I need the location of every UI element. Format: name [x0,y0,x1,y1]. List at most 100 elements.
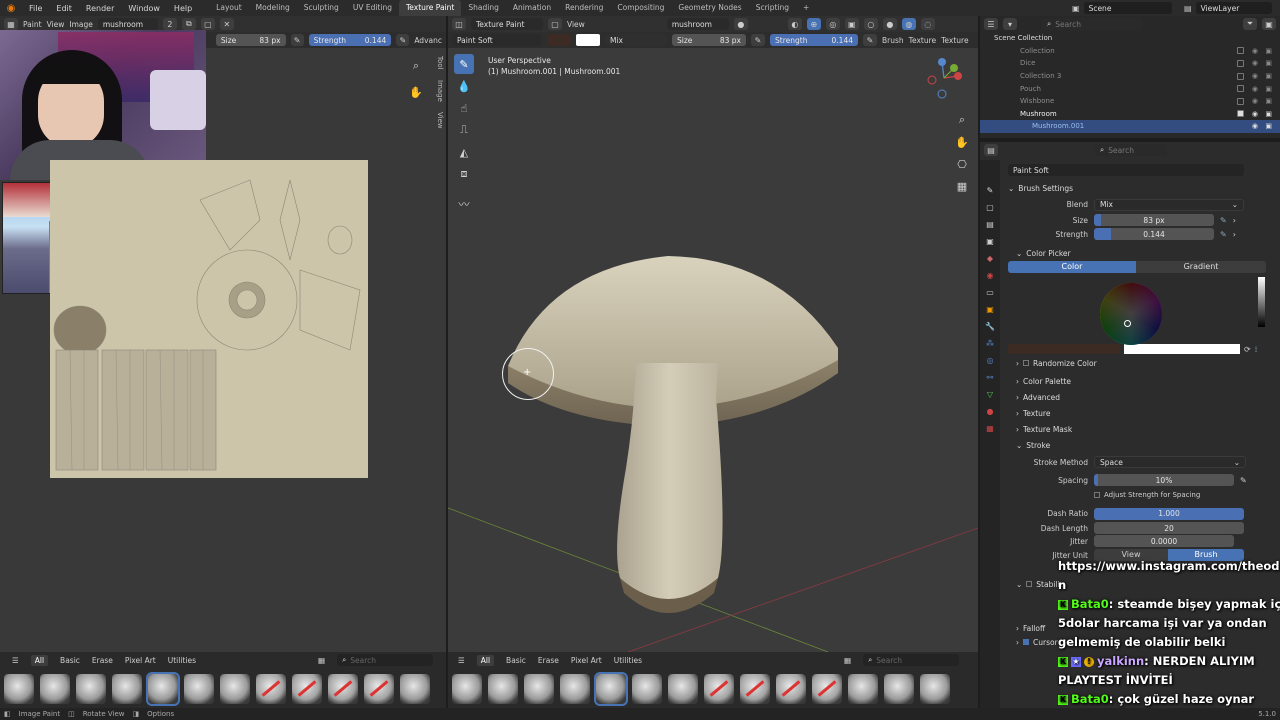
shelf-menu-icon[interactable]: ☰ [458,656,465,665]
brush-thumbnail[interactable] [184,674,214,704]
camera-view-icon[interactable]: ⎔ [952,154,972,174]
checkbox[interactable] [1026,581,1033,587]
constraints-tab-icon[interactable]: ⚯ [984,371,996,383]
brush-thumbnail[interactable] [40,674,70,704]
visibility-icon[interactable]: ◐ [787,18,802,30]
chevron-right-icon[interactable]: › [1233,216,1236,225]
shading-solid-icon[interactable]: ● [882,18,897,30]
brush-thumbnail[interactable] [524,674,554,704]
strength-pressure-icon[interactable]: ✎ [396,34,410,46]
new-collection-icon[interactable]: ▣ [1262,18,1276,30]
shelf-tab-all[interactable]: All [476,654,495,666]
overlay-icon[interactable]: ◎ [825,18,840,30]
checkbox[interactable] [1237,97,1244,105]
texture-paint-mode-dropdown[interactable]: Texture Paint [471,18,543,30]
side-tab-image[interactable]: Image [430,80,444,102]
properties-editor-icon[interactable]: ▤ [984,144,998,156]
workspace-tab-scripting[interactable]: Scripting [749,0,796,16]
tool-tab-icon[interactable]: ✎ [984,184,996,196]
eye-icon[interactable]: ◉ [1252,72,1258,80]
viewport-view-menu[interactable]: View [567,20,585,29]
outliner-row-pouch[interactable]: Pouch ◉ ▣ [980,82,1280,95]
shelf-tab-pixel-art[interactable]: Pixel Art [571,656,602,665]
collection-tab-icon[interactable]: ▭ [984,286,996,298]
camera-icon[interactable]: ▣ [1265,47,1272,55]
shelf-tab-basic[interactable]: Basic [506,656,526,665]
chevron-right-icon[interactable]: › [1233,230,1236,239]
strength-pressure-icon[interactable]: ✎ [863,34,877,46]
texture-mask-panel[interactable]: › Texture Mask [1008,421,1274,437]
advanced-panel[interactable]: › Advanced [1008,389,1274,405]
outliner-row-collection-3[interactable]: Collection 3 ◉ ▣ [980,70,1280,83]
shading-rendered-icon[interactable]: ◌ [920,18,935,30]
brush-thumbnail[interactable] [848,674,878,704]
outliner-search-input[interactable]: ⌕ Search [1042,18,1142,30]
viewport-size-field[interactable]: Size 83 px [672,34,746,46]
outliner-row-wishbone[interactable]: Wishbone ◉ ▣ [980,95,1280,108]
scene-tab-icon[interactable]: ◆ [984,252,996,264]
fill-tool-icon[interactable]: ◭ [454,142,474,162]
scene-selector[interactable]: Scene [1083,2,1172,14]
workspace-tab-geometry-nodes[interactable]: Geometry Nodes [671,0,748,16]
stroke-panel[interactable]: ⌄ Stroke [1008,437,1274,453]
soften-tool-icon[interactable]: 💧 [454,76,474,96]
checkbox[interactable] [1237,47,1244,55]
eyedropper-icon[interactable]: ⁞ [1255,345,1258,354]
shelf-tab-utilities[interactable]: Utilities [614,656,642,665]
pan-hand-icon[interactable]: ✋ [406,82,426,102]
randomize-color-panel[interactable]: › Randomize Color [1008,355,1274,371]
uv-texture-image[interactable] [50,160,368,478]
uv-editor-area[interactable]: 001955 141 [0,30,446,652]
shading-dot-icon[interactable]: ● [733,18,748,30]
draw-brush-tool-icon[interactable]: ✎ [454,54,474,74]
view-layer-selector[interactable]: ViewLayer [1195,2,1272,14]
brush-thumbnail[interactable] [4,674,34,704]
outliner-row-mushroom-001[interactable]: Mushroom.001 ◉ ▣ [980,120,1280,133]
zoom-icon[interactable]: ⌕ [406,56,426,76]
new-image-icon[interactable]: ▢ [200,18,215,30]
eye-icon[interactable]: ◉ [1252,122,1258,130]
brush-thumbnail[interactable] [560,674,590,704]
gizmo-icon[interactable]: ⊕ [806,18,821,30]
outliner-editor-icon[interactable]: ☰ [984,18,998,30]
brush-thumbnail[interactable] [76,674,106,704]
brush-thumbnail[interactable] [488,674,518,704]
camera-icon[interactable]: ▣ [1265,97,1272,105]
menu-file[interactable]: File [22,4,49,13]
eraser-brush-thumbnail[interactable] [292,674,322,704]
menu-render[interactable]: Render [79,4,121,13]
brush-settings-panel[interactable]: ⌄ Brush Settings [1008,180,1274,196]
checkbox[interactable] [1237,59,1244,67]
pressure-icon[interactable]: ✎ [1220,230,1227,239]
eraser-brush-thumbnail[interactable] [328,674,358,704]
brush-thumbnail[interactable] [400,674,430,704]
brush-thumbnail-selected[interactable] [594,672,628,706]
data-tab-icon[interactable]: ▽ [984,388,996,400]
particles-tab-icon[interactable]: ⁂ [984,337,996,349]
eraser-brush-thumbnail[interactable] [364,674,394,704]
shelf-tab-pixel-art[interactable]: Pixel Art [125,656,156,665]
color-picker-panel[interactable]: ⌄ Color Picker [1008,245,1274,261]
uv-size-field[interactable]: Size 83 px [215,34,286,46]
uv-advanced-menu[interactable]: Advanc [414,36,442,45]
primary-color-swatch[interactable] [1008,344,1120,354]
outliner-row-collection[interactable]: Collection ◉ ▣ [980,45,1280,58]
gradient-tab[interactable]: Gradient [1136,261,1266,273]
brush-thumbnail[interactable] [452,674,482,704]
clone-tool-icon[interactable]: ⎍ [454,120,474,140]
editor-type-3d-icon[interactable]: ◫ [452,18,466,30]
outliner-row-scene-collection[interactable]: Scene Collection [980,32,1280,45]
checkbox[interactable] [1237,85,1244,93]
uv-strength-field[interactable]: Strength 0.144 [308,34,392,46]
zoom-icon[interactable]: ⌕ [952,110,972,130]
uv-image-name-field[interactable]: mushroom [97,18,158,30]
render-tab-icon[interactable]: ▢ [984,201,996,213]
shelf-grid-icon[interactable]: ▦ [844,656,851,665]
camera-icon[interactable]: ▣ [1265,110,1272,118]
editor-type-icon[interactable]: ▦ [4,18,18,30]
brush-thumbnail[interactable] [220,674,250,704]
side-tab-tool[interactable]: Tool [430,56,444,70]
outliner-funnel-icon[interactable]: ⏷ [1243,18,1257,30]
outliner-row-dice[interactable]: Dice ◉ ▣ [980,57,1280,70]
brush-thumbnail[interactable] [632,674,662,704]
